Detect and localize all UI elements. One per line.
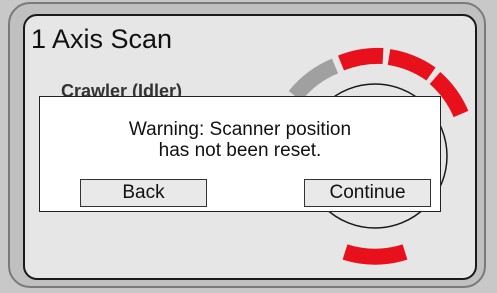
gauge-segment-red-bottom <box>342 244 408 265</box>
gauge-segment-gray <box>288 58 339 102</box>
warning-message-line-1: Warning: Scanner position <box>128 119 352 140</box>
screen-title: 1 Axis Scan <box>31 24 173 54</box>
back-button[interactable]: Back <box>80 179 207 207</box>
warning-dialog: Warning: Scanner position has not been r… <box>39 96 441 212</box>
warning-message-line-2: has not been reset. <box>158 140 322 161</box>
gauge-segment-red-2 <box>387 49 436 81</box>
device-screen: 1 Axis Scan Crawler (Idler) Warning: Sca… <box>23 14 477 280</box>
gauge-segment-red-1 <box>338 47 384 71</box>
warning-message: Warning: Scanner position has not been r… <box>40 119 440 161</box>
continue-button[interactable]: Continue <box>304 179 431 207</box>
